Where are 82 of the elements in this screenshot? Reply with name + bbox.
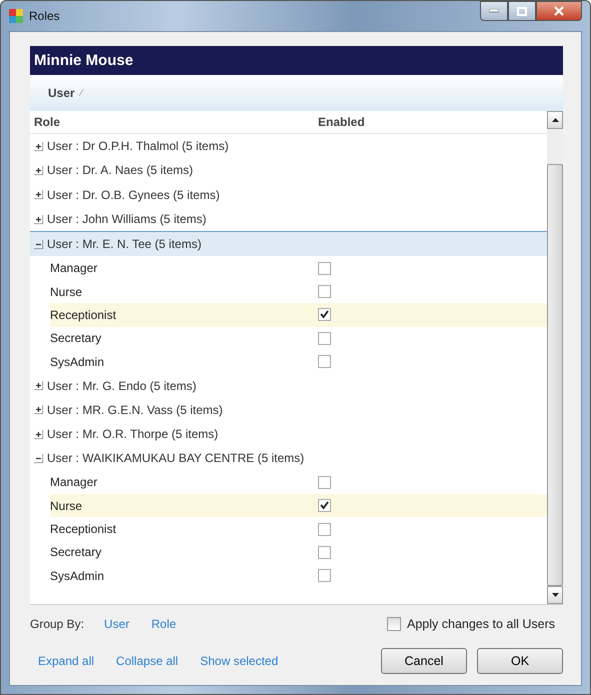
checkbox[interactable] [318,499,331,512]
role-row[interactable]: Secretary [50,326,547,350]
expand-icon[interactable] [34,405,43,414]
checkbox[interactable] [318,262,331,275]
checkbox[interactable] [318,308,331,322]
collapse-icon[interactable] [34,240,43,249]
group-row[interactable]: User : Dr. O.B. Gynees (5 items) [30,182,547,207]
group-by-link[interactable]: Role [151,617,176,631]
group-by-link[interactable]: User [104,617,130,631]
expand-icon[interactable] [34,214,43,224]
expand-icon[interactable] [34,430,43,439]
checkbox[interactable] [318,476,331,489]
checkbox[interactable] [387,617,401,631]
role-cell-text: Secretary [50,331,102,346]
role-row[interactable]: Nurse [50,494,547,518]
scroll-down-icon[interactable] [552,593,558,597]
app-icon [9,9,23,23]
group-label: User : Mr. E. N. Tee (5 items) [47,237,202,252]
group-label: User : Dr. A. Naes (5 items) [47,163,194,178]
role-cell-text: Nurse [50,498,84,513]
group-row[interactable]: User : John Williams (5 items) [30,206,547,232]
group-row[interactable]: User : Dr. A. Naes (5 items) [30,158,547,183]
group-label: User : Dr. O.B. Gynees (5 items) [47,188,220,202]
group-label: User : Dr O.P.H. Thalmol (5 items) [47,139,229,154]
group-row[interactable]: User : WAIKIKAMUKAU BAY CENTRE (5 items) [30,446,547,471]
column-header[interactable]: Role [30,115,318,129]
dialog-button[interactable]: OK [477,648,563,674]
minimize-button[interactable] [480,1,508,21]
maximize-button[interactable] [508,1,536,21]
group-by-label: Group By: [30,617,84,631]
checkbox[interactable] [318,355,331,368]
expand-icon[interactable] [34,166,43,175]
role-row[interactable]: SysAdmin [50,350,547,374]
group-row[interactable]: User : Mr. G. Endo (5 items) [30,373,547,398]
action-link[interactable]: Collapse all [116,654,178,668]
group-label: User : Mr. O.R. Thorpe (5 items) [47,427,218,442]
group-row[interactable]: User : Dr O.P.H. Thalmol (5 items) [30,134,547,158]
group-row[interactable]: User : Mr. O.R. Thorpe (5 items) [30,422,547,446]
group-label: User : John Williams (5 items) [47,212,206,226]
checkbox[interactable] [318,569,331,582]
scroll-up-icon[interactable] [552,118,558,122]
role-row[interactable]: Secretary [50,540,547,564]
checkbox[interactable] [318,285,331,298]
role-cell-text: Receptionist [50,308,118,322]
checkbox[interactable] [318,522,331,536]
action-link[interactable]: Show selected [200,654,278,668]
maximize-icon [517,6,527,16]
group-label: User : MR. G.E.N. Vass (5 items) [47,402,223,417]
role-cell-text: SysAdmin [50,568,106,583]
role-row[interactable]: SysAdmin [50,564,547,588]
expand-icon[interactable] [34,190,43,200]
collapse-icon[interactable] [34,454,43,463]
group-chip[interactable]: User [48,86,75,100]
action-link[interactable]: Expand all [38,654,94,668]
minimize-icon [489,9,499,13]
checkbox[interactable] [318,546,331,559]
group-label: User : Mr. G. Endo (5 items) [47,378,196,393]
role-row[interactable]: Manager [50,256,547,280]
expand-icon[interactable] [34,142,43,151]
close-button[interactable] [536,1,582,21]
close-icon [554,6,564,16]
group-row[interactable]: User : MR. G.E.N. Vass (5 items) [30,398,547,422]
window-title: Roles [29,9,61,23]
role-row[interactable]: Receptionist [50,517,547,541]
group-label: User : WAIKIKAMUKAU BAY CENTRE (5 items) [47,451,304,466]
dialog-button[interactable]: Cancel [381,648,467,674]
role-cell-text: Nurse [50,284,84,299]
column-header[interactable]: Enabled [318,115,365,129]
role-cell-text: SysAdmin [50,354,106,369]
checkbox-label[interactable]: Apply changes to all Users [407,617,555,631]
expand-icon[interactable] [34,381,43,390]
role-cell-text: Receptionist [50,522,118,536]
group-row[interactable]: User : Mr. E. N. Tee (5 items) [30,231,547,256]
role-cell-text: Manager [50,475,98,490]
sort-mark: ⁄ [80,88,82,98]
checkbox[interactable] [318,332,331,345]
role-row[interactable]: Nurse [50,280,547,304]
role-row[interactable]: Receptionist [50,303,547,327]
role-cell-text: Secretary [50,545,102,560]
role-cell-text: Manager [50,261,98,276]
role-row[interactable]: Manager [50,470,547,494]
header-title: Minnie Mouse [30,46,563,75]
